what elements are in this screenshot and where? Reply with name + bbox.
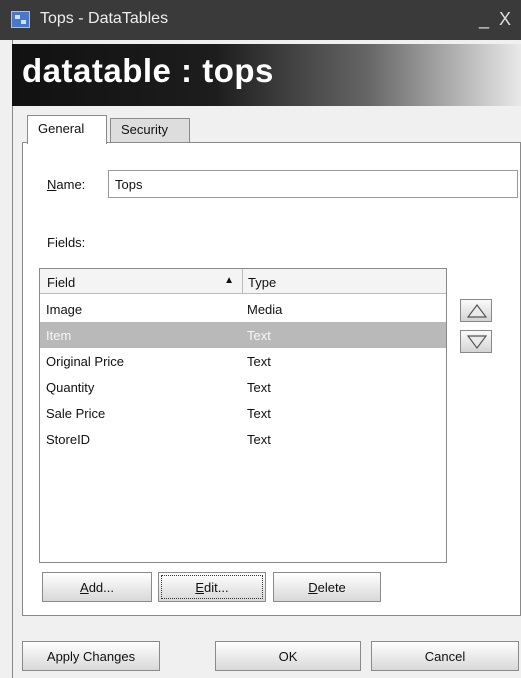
table-row[interactable]: Quantity Text: [40, 374, 446, 400]
edit-button[interactable]: Edit...: [158, 572, 266, 602]
table-row[interactable]: StoreID Text: [40, 426, 446, 452]
sort-ascending-icon: ▲: [224, 275, 234, 286]
field-cell: Sale Price: [46, 406, 106, 421]
move-down-button[interactable]: [460, 330, 492, 353]
triangle-down-icon: [467, 335, 487, 349]
field-cell: Item: [46, 328, 72, 343]
column-label: Field: [47, 275, 76, 290]
type-cell: Text: [247, 380, 271, 395]
column-header-type[interactable]: Type: [243, 269, 446, 294]
add-button[interactable]: Add...: [42, 572, 152, 602]
field-cell: Quantity: [46, 380, 95, 395]
table-row[interactable]: Image Media: [40, 296, 446, 322]
banner-title: datatable : tops: [22, 52, 274, 89]
tab-security[interactable]: Security: [110, 118, 190, 142]
fields-table[interactable]: Field ▲ Type Image Media Item Text Origi…: [39, 268, 447, 563]
type-cell: Text: [247, 328, 271, 343]
type-cell: Text: [247, 354, 271, 369]
table-header: Field ▲ Type: [40, 269, 446, 294]
type-cell: Media: [247, 302, 283, 317]
ok-button[interactable]: OK: [215, 641, 361, 671]
move-up-button[interactable]: [460, 299, 492, 322]
field-cell: StoreID: [46, 432, 91, 447]
column-header-field[interactable]: Field ▲: [40, 269, 243, 294]
fields-label: Fields:: [47, 235, 86, 250]
type-cell: Text: [247, 432, 271, 447]
type-cell: Text: [247, 406, 271, 421]
table-row-selected[interactable]: Item Text: [40, 322, 446, 348]
name-input[interactable]: [108, 170, 518, 198]
datatables-icon: [11, 11, 30, 28]
title-bar: Tops - DataTables _ X: [0, 0, 521, 40]
field-cell: Original Price: [46, 354, 125, 369]
table-row[interactable]: Original Price Text: [40, 348, 446, 374]
field-cell: Image: [46, 302, 83, 317]
table-row[interactable]: Sale Price Text: [40, 400, 446, 426]
tab-general[interactable]: General: [27, 115, 107, 144]
minimize-icon[interactable]: _: [479, 9, 489, 30]
name-label: Name:: [47, 177, 86, 192]
window-title: Tops - DataTables: [40, 10, 169, 27]
delete-button[interactable]: Delete: [273, 572, 381, 602]
close-icon[interactable]: X: [499, 9, 511, 30]
apply-changes-button[interactable]: Apply Changes: [22, 641, 160, 671]
header-banner: datatable : tops: [12, 44, 521, 106]
triangle-up-icon: [467, 304, 487, 318]
cancel-button[interactable]: Cancel: [371, 641, 519, 671]
